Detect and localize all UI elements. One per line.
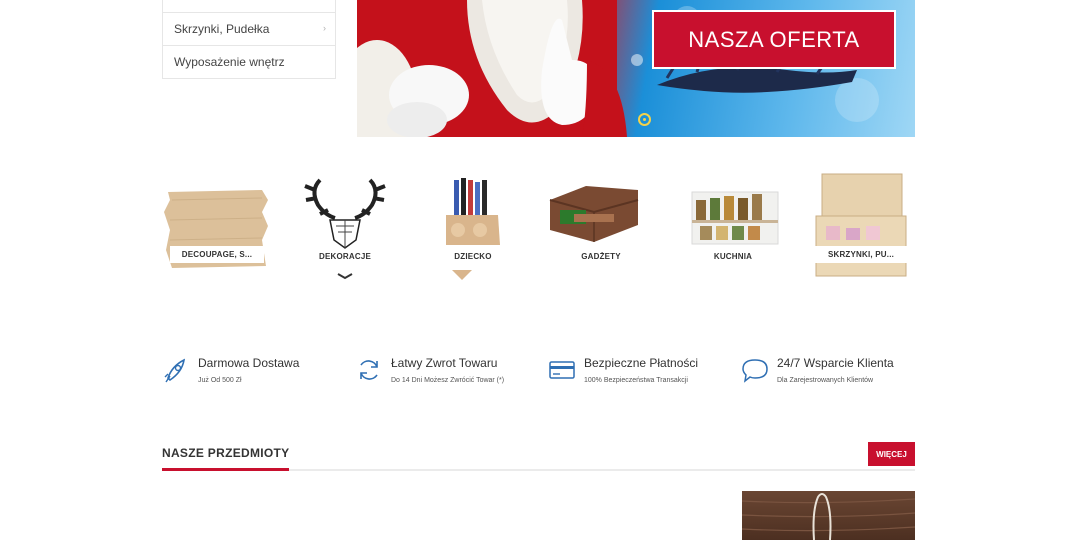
category-tile-decoupage[interactable]: DECOUPAGE, S... — [162, 170, 272, 280]
category-label: KUCHNIA — [713, 252, 753, 261]
feature-title: Darmowa Dostawa — [198, 356, 300, 370]
category-menu-item[interactable] — [163, 0, 335, 12]
hero-banner[interactable]: NASZA OFERTA — [357, 0, 915, 137]
chevron-right-icon: › — [323, 23, 326, 33]
feature-secure-payments: Bezpieczne Płatności 100% Bezpieczeństwa… — [548, 356, 698, 387]
spice-rack-icon — [691, 191, 779, 245]
category-tile-kuchnia[interactable]: KUCHNIA — [678, 170, 788, 280]
feature-subtitle: Do 14 Dni Możesz Zwrócić Towar (*) — [391, 377, 505, 384]
category-menu-label: Wyposażenie wnętrz — [174, 55, 285, 69]
category-label: DEKORACJE — [318, 252, 372, 261]
more-button[interactable]: WIĘCEJ — [868, 442, 915, 466]
feature-subtitle: 100% Bezpieczeństwa Transakcji — [584, 377, 688, 384]
slider-dot[interactable] — [638, 113, 651, 126]
category-menu-item-skrzynki[interactable]: Skrzynki, Pudełka › — [163, 12, 335, 45]
feature-title: 24/7 Wsparcie Klienta — [777, 356, 894, 370]
feature-subtitle: Już Od 500 Zł — [198, 377, 242, 384]
category-label: SKRZYNKI, PU... — [814, 246, 908, 263]
feature-title: Łatwy Zwrot Towaru — [391, 356, 498, 370]
feature-free-delivery: Darmowa Dostawa Już Od 500 Zł — [162, 356, 299, 387]
wooden-chest-icon — [815, 173, 907, 277]
pencil-holder-icon — [446, 178, 500, 280]
category-menu: Skrzynki, Pudełka › Wyposażenie wnętrz — [162, 0, 336, 79]
deer-head-icon — [304, 178, 386, 280]
section-title: NASZE PRZEDMIOTY — [162, 446, 290, 460]
our-offer-button[interactable]: NASZA OFERTA — [652, 10, 896, 69]
credit-card-icon — [549, 361, 575, 379]
category-tile-dekoracje[interactable]: DEKORACJE — [290, 170, 400, 280]
category-label: GADŻETY — [581, 252, 621, 261]
product-thumbnail[interactable] — [742, 491, 915, 540]
rocket-icon — [164, 358, 186, 383]
feature-easy-return: Łatwy Zwrot Towaru Do 14 Dni Możesz Zwró… — [355, 356, 535, 387]
feature-support: 24/7 Wsparcie Klienta Dla Zarejestrowany… — [741, 356, 894, 387]
category-tile-skrzynki[interactable]: SKRZYNKI, PU... — [806, 170, 916, 280]
category-label: DECOUPAGE, S... — [170, 246, 264, 263]
category-menu-label: Skrzynki, Pudełka — [174, 22, 270, 36]
category-tile-dziecko[interactable]: DZIECKO — [418, 170, 528, 280]
category-menu-item-wyposazenie[interactable]: Wyposażenie wnętrz — [163, 45, 335, 78]
section-divider-accent — [162, 468, 289, 471]
category-tile-gadzety[interactable]: GADŻETY — [546, 170, 656, 280]
product-image — [742, 493, 915, 540]
feature-subtitle: Dla Zarejestrowanych Klientów — [777, 377, 874, 384]
wooden-box-icon — [549, 186, 639, 242]
feature-title: Bezpieczne Płatności — [584, 356, 699, 370]
category-label: DZIECKO — [454, 252, 492, 261]
chat-bubble-icon — [742, 359, 768, 383]
plywood-board-icon — [164, 190, 268, 268]
refresh-icon — [360, 360, 378, 380]
